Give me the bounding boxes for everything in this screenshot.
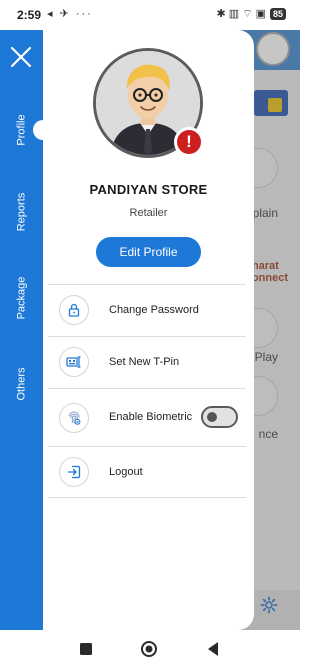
background-text: nce: [258, 427, 278, 441]
tab-reports[interactable]: Reports: [0, 182, 43, 242]
tab-package[interactable]: Package: [0, 268, 43, 328]
system-nav-bar: [0, 630, 300, 667]
drawer-rail: Profile Reports Package Others: [0, 30, 43, 630]
avatar[interactable]: !: [93, 48, 204, 158]
user-role: Retailer: [129, 207, 168, 219]
store-name: PANDIYAN STORE: [89, 182, 208, 197]
menu-item-label: Change Password: [109, 304, 199, 316]
system-icons: ✱ ▥ ⌔ ▣ 85: [216, 7, 286, 21]
menu-item-enable-biometric[interactable]: Enable Biometric: [48, 388, 246, 446]
home-icon[interactable]: [140, 640, 158, 658]
menu-item-label: Logout: [109, 466, 143, 478]
tab-label: Reports: [15, 192, 28, 232]
tab-label: Package: [15, 276, 28, 320]
background-logo: [254, 90, 288, 116]
profile-menu: Change Password Set New T-Pin Enable Bio…: [48, 284, 246, 498]
close-icon[interactable]: [10, 46, 32, 68]
back-icon[interactable]: [204, 640, 222, 658]
tab-label: Profile: [15, 114, 28, 146]
fingerprint-icon: [59, 403, 89, 433]
edit-profile-button[interactable]: Edit Profile: [96, 237, 201, 267]
menu-item-label: Set New T-Pin: [109, 356, 180, 368]
toggle-knob: [207, 412, 217, 422]
side-drawer: Profile Reports Package Others ! PANDIYA…: [0, 30, 254, 630]
profile-panel: ! PANDIYAN STORE Retailer Edit Profile C…: [43, 30, 254, 630]
menu-item-set-tpin[interactable]: Set New T-Pin: [48, 336, 246, 388]
biometric-toggle[interactable]: [201, 406, 238, 428]
status-icons: ✱ ▥ ⌔ ▣: [216, 8, 266, 20]
menu-item-change-password[interactable]: Change Password: [48, 284, 246, 336]
notification-icons: ◂ ✈ ···: [47, 8, 93, 20]
battery-icon: 85: [269, 8, 286, 20]
recents-icon[interactable]: [77, 640, 95, 658]
logout-icon: [59, 457, 89, 487]
menu-item-label: Enable Biometric: [109, 411, 193, 423]
background-text: plain: [252, 206, 278, 220]
tab-others[interactable]: Others: [0, 354, 43, 414]
lock-icon: [59, 295, 89, 325]
menu-item-logout[interactable]: Logout: [48, 446, 246, 498]
alert-badge-icon: !: [174, 127, 204, 157]
status-bar: 2:59 ◂ ✈ ··· ✱ ▥ ⌔ ▣ 85: [0, 0, 300, 30]
pin-keypad-icon: [59, 347, 89, 377]
background-text: Play: [254, 350, 278, 364]
gear-icon: [260, 596, 278, 614]
status-time: 2:59: [17, 8, 42, 22]
tab-label: Others: [15, 367, 28, 401]
background-avatar: [256, 32, 290, 66]
